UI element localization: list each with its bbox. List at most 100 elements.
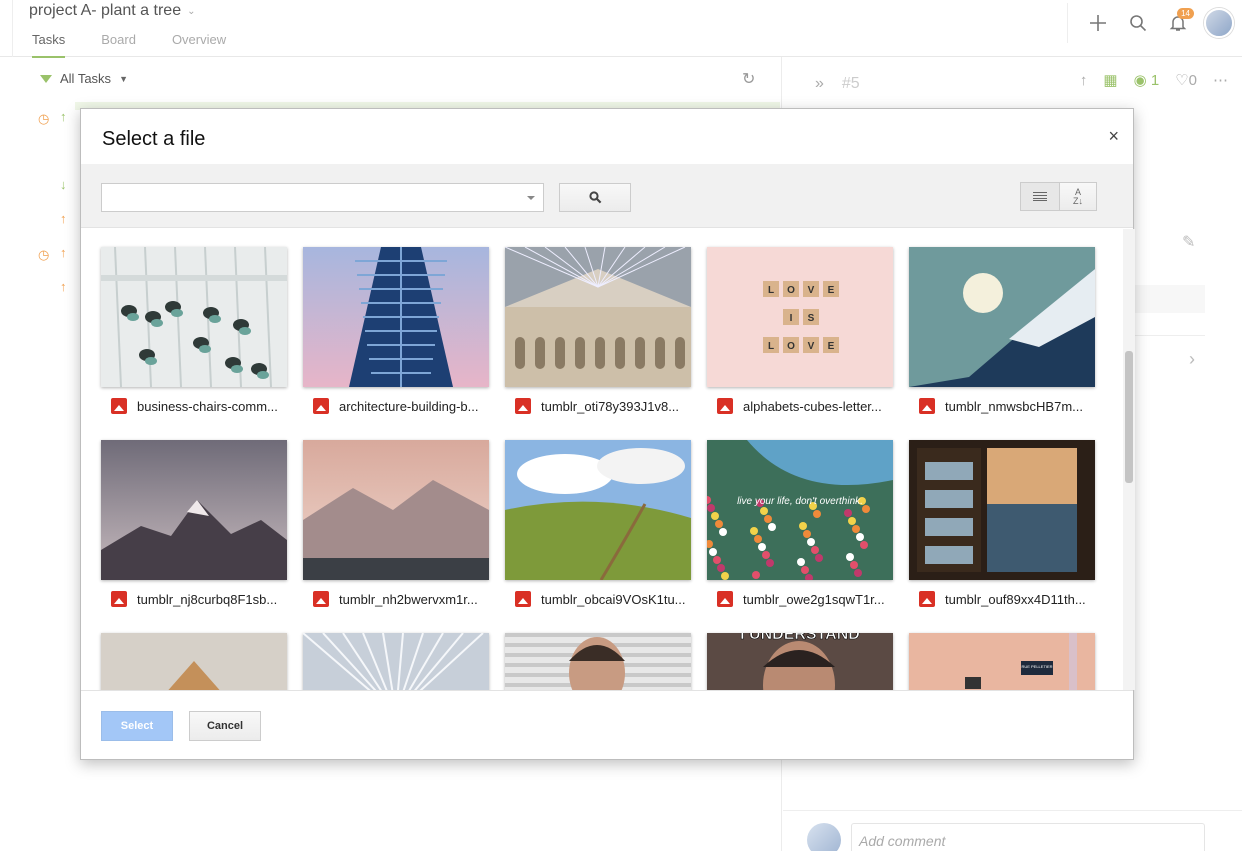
- file-label[interactable]: alphabets-cubes-letter...: [707, 398, 893, 414]
- file-thumbnail[interactable]: [909, 440, 1095, 580]
- file-label[interactable]: architecture-building-b...: [303, 398, 489, 414]
- file-tile[interactable]: architecture-building-b...: [303, 247, 489, 414]
- watchers[interactable]: ◉ 1: [1134, 71, 1160, 89]
- file-thumbnail[interactable]: [101, 247, 287, 387]
- file-thumbnail[interactable]: [303, 633, 489, 690]
- svg-text:O: O: [787, 285, 795, 296]
- scrollbar-thumb[interactable]: [1125, 351, 1133, 483]
- dialog-header: Select a file ×: [81, 109, 1133, 164]
- file-thumbnail[interactable]: [101, 440, 287, 580]
- image-file-icon: [919, 591, 935, 607]
- file-tile[interactable]: tumblr_nmwsbcHB7m...: [909, 247, 1095, 414]
- arrow-up-icon[interactable]: ↑: [1080, 72, 1088, 89]
- file-thumbnail[interactable]: I UNDERSTAND: [707, 633, 893, 690]
- file-thumbnail[interactable]: [505, 633, 691, 690]
- svg-text:V: V: [808, 341, 815, 352]
- file-label[interactable]: business-chairs-comm...: [101, 398, 287, 414]
- cancel-button[interactable]: Cancel: [189, 711, 261, 741]
- search-button[interactable]: [559, 183, 631, 212]
- file-tile[interactable]: [303, 633, 489, 690]
- file-thumbnail[interactable]: live your life, don't overthink.: [707, 440, 893, 580]
- list-view-button[interactable]: [1020, 182, 1060, 211]
- search-icon[interactable]: [1118, 3, 1158, 43]
- thumbnail-image: L O V E I S L O V E: [707, 247, 893, 387]
- image-file-icon: [111, 591, 127, 607]
- more-icon[interactable]: ⋯: [1213, 71, 1228, 89]
- thumbnail-overlay-text: RUE PELLETIER: [1021, 664, 1052, 669]
- file-tile[interactable]: tumblr_nh2bwervxm1r...: [303, 440, 489, 607]
- dialog-toolbar: A Z↓: [81, 164, 1133, 228]
- search-input[interactable]: [102, 184, 522, 211]
- file-tile[interactable]: tumblr_oti78y393J1v8...: [505, 247, 691, 414]
- file-tile[interactable]: tumblr_obcai9VOsK1tu...: [505, 440, 691, 607]
- tab-overview[interactable]: Overview: [172, 32, 226, 58]
- file-label[interactable]: tumblr_nj8curbq8F1sb...: [101, 591, 287, 607]
- thumbnail-overlay-text: I UNDERSTAND: [740, 633, 860, 643]
- file-label[interactable]: tumblr_ouf89xx4D11th...: [909, 591, 1095, 607]
- file-label[interactable]: tumblr_owe2g1sqwT1r...: [707, 591, 893, 607]
- board-icon[interactable]: ▦: [1103, 71, 1117, 89]
- file-label[interactable]: tumblr_nmwsbcHB7m...: [909, 398, 1095, 414]
- task-detail-toolbar: » #5 ↑ ▦ ◉ 1 ♡0 ⋯: [783, 71, 1242, 97]
- thumbnail-image: live your life, don't overthink.: [707, 440, 893, 580]
- dropdown-arrow-icon[interactable]: [527, 196, 535, 200]
- file-tile[interactable]: L O V E I S L O V Ealphabets-cubes-letter...: [707, 247, 893, 414]
- project-tabs: Tasks Board Overview: [32, 32, 226, 58]
- file-tile[interactable]: tumblr_nj8curbq8F1sb...: [101, 440, 287, 607]
- file-label[interactable]: tumblr_obcai9VOsK1tu...: [505, 591, 691, 607]
- close-icon[interactable]: ×: [1108, 126, 1119, 147]
- file-tile[interactable]: I UNDERSTAND: [707, 633, 893, 690]
- file-thumbnail[interactable]: [101, 633, 287, 690]
- file-tile[interactable]: business-chairs-comm...: [101, 247, 287, 414]
- tab-board[interactable]: Board: [101, 32, 136, 58]
- file-thumbnail[interactable]: [303, 440, 489, 580]
- select-button[interactable]: Select: [101, 711, 173, 741]
- image-file-icon: [111, 398, 127, 414]
- file-name: tumblr_nj8curbq8F1sb...: [137, 591, 278, 607]
- thumbnail-image: RUE PELLETIER: [909, 633, 1095, 690]
- search-dropdown[interactable]: [101, 183, 544, 212]
- task-filter[interactable]: All Tasks ▼: [40, 71, 128, 86]
- likes[interactable]: ♡0: [1175, 71, 1197, 89]
- file-tile[interactable]: [505, 633, 691, 690]
- tab-tasks[interactable]: Tasks: [32, 32, 66, 58]
- thumbnail-image: [101, 247, 287, 387]
- refresh-icon[interactable]: ↻: [742, 69, 755, 89]
- file-tile[interactable]: [101, 633, 287, 690]
- image-file-icon: [313, 398, 329, 414]
- thumbnail-image: I UNDERSTAND: [707, 633, 893, 690]
- file-thumbnail[interactable]: RUE PELLETIER: [909, 633, 1095, 690]
- comment-input[interactable]: Add comment: [851, 823, 1205, 851]
- add-icon[interactable]: [1078, 3, 1118, 43]
- file-thumbnail[interactable]: [909, 247, 1095, 387]
- caret-down-icon: ▼: [119, 73, 128, 84]
- file-thumbnail[interactable]: L O V E I S L O V E: [707, 247, 893, 387]
- file-thumbnail[interactable]: [505, 440, 691, 580]
- watchers-count: 1: [1150, 72, 1160, 89]
- file-thumbnail[interactable]: [303, 247, 489, 387]
- collapse-panel-icon[interactable]: »: [815, 75, 824, 93]
- file-label[interactable]: tumblr_nh2bwervxm1r...: [303, 591, 489, 607]
- file-label[interactable]: tumblr_oti78y393J1v8...: [505, 398, 691, 414]
- notification-badge: 14: [1177, 7, 1194, 19]
- project-title[interactable]: project A- plant a tree ⌄: [29, 2, 195, 20]
- project-title-text: project A- plant a tree: [29, 2, 182, 19]
- sort-az-button[interactable]: A Z↓: [1060, 182, 1097, 211]
- svg-text:S: S: [808, 313, 815, 324]
- thumbnail-image: [101, 440, 287, 580]
- image-file-icon: [919, 398, 935, 414]
- file-thumbnail[interactable]: [505, 247, 691, 387]
- user-avatar[interactable]: [1204, 7, 1234, 38]
- bell-icon[interactable]: 14: [1158, 3, 1198, 43]
- grid-scrollbar[interactable]: [1123, 229, 1135, 690]
- pencil-icon[interactable]: ✎: [1182, 232, 1195, 252]
- svg-text:O: O: [787, 341, 795, 352]
- chevron-down-icon[interactable]: ⌄: [187, 6, 195, 17]
- file-tile[interactable]: RUE PELLETIER: [909, 633, 1095, 690]
- image-file-icon: [515, 591, 531, 607]
- file-tile[interactable]: live your life, don't overthink. tumblr_o…: [707, 440, 893, 607]
- image-file-icon: [717, 591, 733, 607]
- file-tile[interactable]: tumblr_ouf89xx4D11th...: [909, 440, 1095, 607]
- svg-text:E: E: [828, 341, 835, 352]
- chevron-right-icon[interactable]: ›: [1189, 349, 1195, 370]
